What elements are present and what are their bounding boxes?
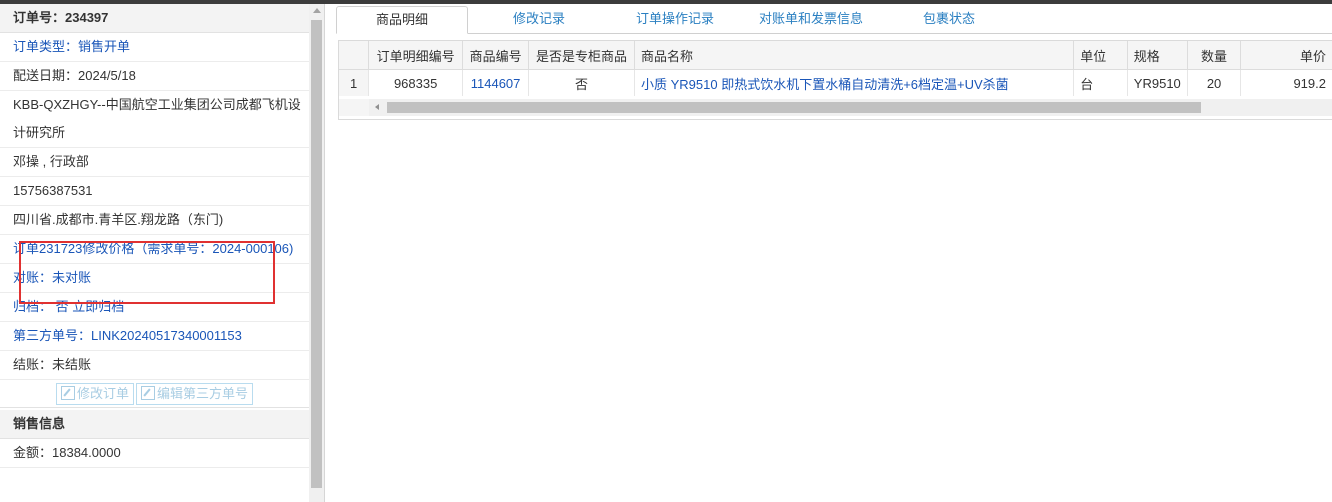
product-name-link[interactable]: 小质 YR9510 即热式饮水机下置水桶自动清洗+6档定温+UV杀菌 [634, 69, 1075, 96]
rownum-scroll-pad [339, 99, 370, 116]
edit-order-label: 修改订单 [76, 386, 129, 401]
product-id-link[interactable]: 1144607 [462, 69, 530, 96]
tab-product-details[interactable]: 商品明细 [336, 6, 468, 34]
rownum-header [339, 41, 370, 70]
unit-cell: 台 [1073, 69, 1128, 96]
order-number-header: 订单号：234397 [0, 4, 309, 33]
grid-scroll-thumb[interactable] [387, 102, 1201, 113]
detail-tabs: 商品明细 修改记录 订单操作记录 对账单和发票信息 包裹状态 [336, 6, 1332, 34]
tab-package-status[interactable]: 包裹状态 [904, 6, 994, 33]
scroll-left-arrow-icon[interactable] [375, 104, 379, 110]
contact-person: 邓操 , 行政部 [0, 148, 309, 177]
delivery-date: 配送日期：2024/5/18 [0, 62, 309, 91]
third-party-order-number[interactable]: 第三方单号：LINK20240517340001153 [0, 322, 309, 351]
counter-product-cell: 否 [528, 69, 635, 96]
column-header[interactable]: 规格 [1127, 41, 1188, 70]
edit-icon [141, 386, 155, 400]
left-scroll-thumb[interactable] [311, 20, 322, 488]
delivery-address: 四川省.成都市.青羊区.翔龙路（东门) [0, 206, 309, 235]
sales-amount: 金额：18384.0000 [0, 439, 309, 468]
table-header-row: 订单明细编号 商品编号 是否是专柜商品 商品名称 单位 规格 数量 单价 [339, 41, 1332, 70]
sales-info-header: 销售信息 [0, 410, 309, 439]
edit-third-party-button[interactable]: 编辑第三方单号 [136, 383, 254, 405]
contact-phone: 15756387531 [0, 177, 309, 206]
column-header[interactable]: 订单明细编号 [368, 41, 464, 70]
scroll-up-arrow-icon[interactable] [313, 8, 321, 13]
column-header[interactable]: 单价 [1240, 41, 1332, 70]
order-action-bar: 修改订单 编辑第三方单号 [0, 380, 309, 408]
spec-cell: YR9510 [1127, 69, 1188, 96]
column-header[interactable]: 数量 [1187, 41, 1242, 70]
column-header[interactable]: 单位 [1073, 41, 1128, 70]
table-row[interactable]: 1 968335 1144607 否 小质 YR9510 即热式饮水机下置水桶自… [339, 69, 1332, 96]
column-header[interactable]: 商品编号 [462, 41, 530, 70]
column-header[interactable]: 商品名称 [634, 41, 1075, 70]
edit-third-party-label: 编辑第三方单号 [157, 386, 249, 401]
order-type: 订单类型：销售开单 [0, 33, 309, 62]
detail-id-cell: 968335 [368, 69, 464, 96]
row-number: 1 [339, 69, 370, 96]
tab-order-operation-log[interactable]: 订单操作记录 [622, 6, 728, 33]
customer-org: KBB-QXZHGY--中国航空工业集团公司成都飞机设计研究所 [0, 91, 309, 148]
left-scrollbar[interactable] [309, 4, 324, 502]
edit-order-button[interactable]: 修改订单 [55, 383, 134, 405]
quantity-cell: 20 [1187, 69, 1242, 96]
settlement-status: 结账：未结账 [0, 351, 309, 380]
grid-horizontal-scrollbar[interactable] [369, 99, 1332, 116]
tab-modification-log[interactable]: 修改记录 [486, 6, 592, 33]
column-header[interactable]: 是否是专柜商品 [528, 41, 635, 70]
unit-price-cell: 919.2 [1240, 69, 1332, 96]
product-grid: 订单明细编号 商品编号 是否是专柜商品 商品名称 单位 规格 数量 单价 1 9… [338, 40, 1332, 120]
annotation-highlight-box [19, 241, 275, 304]
order-info-panel: 订单号：234397 订单类型：销售开单 配送日期：2024/5/18 KBB-… [0, 4, 325, 502]
edit-icon [60, 386, 75, 400]
product-table: 订单明细编号 商品编号 是否是专柜商品 商品名称 单位 规格 数量 单价 1 9… [339, 41, 1332, 96]
tab-statement-invoice[interactable]: 对账单和发票信息 [746, 6, 876, 33]
order-detail-panel: 商品明细 修改记录 订单操作记录 对账单和发票信息 包裹状态 订单明细编号 商品… [330, 4, 1332, 502]
